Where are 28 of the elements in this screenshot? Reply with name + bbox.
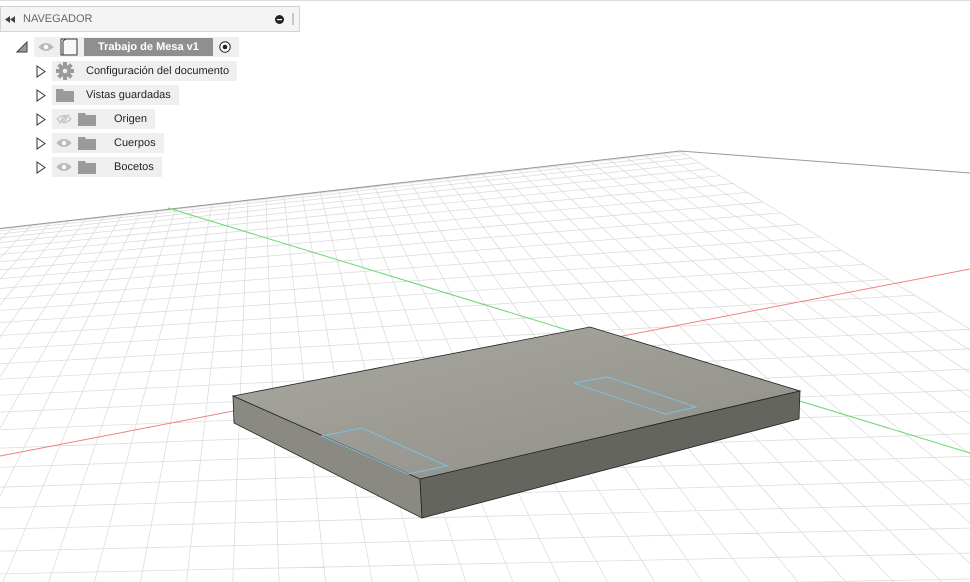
tree-item[interactable]: Vistas guardadas: [52, 85, 179, 105]
component-cube-icon: [60, 38, 78, 56]
tree-item-label: Bocetos: [113, 161, 154, 173]
expand-triangle-icon[interactable]: [36, 64, 46, 78]
folder-icon: [78, 112, 96, 126]
folder-icon: [56, 88, 74, 102]
tree-root-label: Trabajo de Mesa v1: [84, 38, 213, 56]
tree-item-label: Vistas guardadas: [85, 89, 171, 101]
tree-item-label: Cuerpos: [113, 137, 156, 149]
expand-triangle-icon[interactable]: [36, 88, 46, 102]
tree-item[interactable]: Bocetos: [52, 157, 162, 177]
folder-icon: [78, 160, 96, 174]
tree-item[interactable]: Cuerpos: [52, 133, 164, 153]
tree-item[interactable]: Origen: [52, 109, 156, 129]
tree-item[interactable]: Configuración del documento: [52, 61, 238, 81]
tree-item-label: Configuración del documento: [85, 65, 230, 77]
navigator-title: NAVEGADOR: [23, 13, 94, 25]
tree-item-label: Origen: [113, 113, 148, 125]
active-radio-icon[interactable]: [218, 41, 231, 53]
expand-triangle-icon[interactable]: [36, 160, 46, 174]
collapse-triangle-icon[interactable]: [16, 41, 28, 53]
expand-triangle-icon[interactable]: [36, 136, 46, 150]
collapse-arrows-icon[interactable]: [5, 16, 15, 22]
expand-triangle-icon[interactable]: [36, 112, 46, 126]
resize-handle-icon[interactable]: [292, 13, 295, 25]
gear-icon: [56, 62, 74, 80]
folder-icon: [78, 136, 96, 150]
minimize-icon[interactable]: [275, 14, 284, 24]
